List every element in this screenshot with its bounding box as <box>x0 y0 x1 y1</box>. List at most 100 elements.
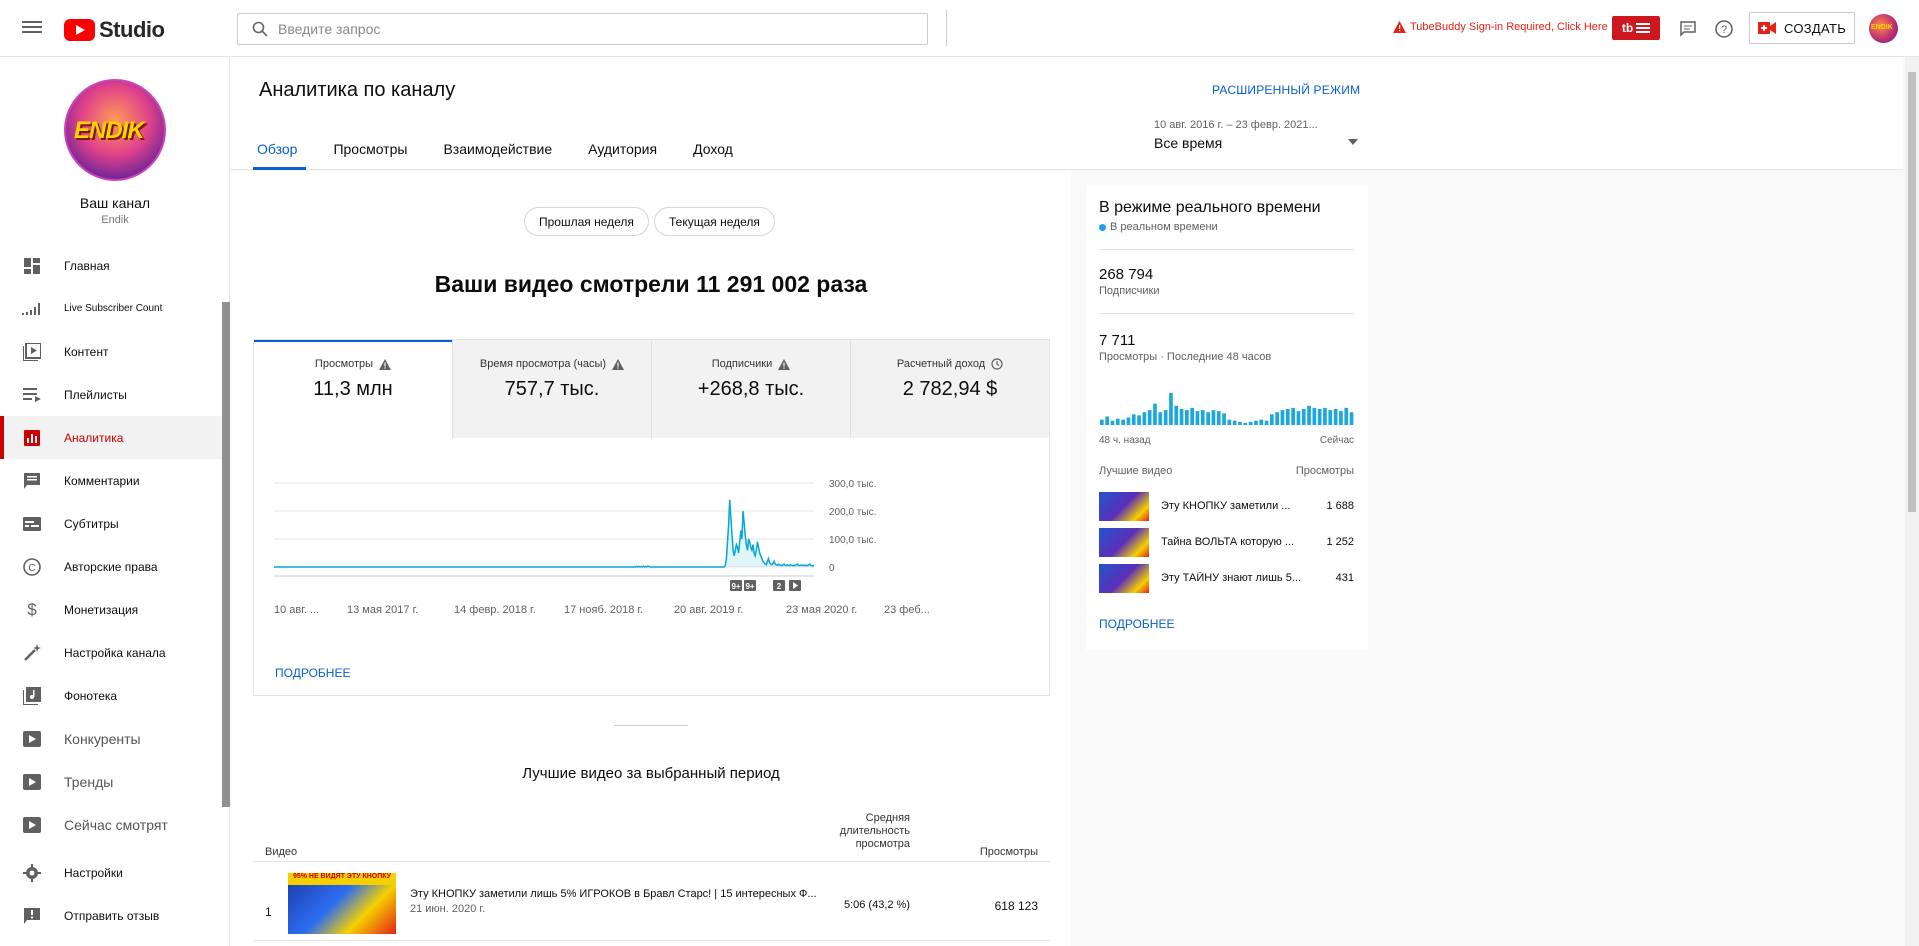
realtime-bar[interactable] <box>1195 411 1200 425</box>
overview-more-link[interactable]: ПОДРОБНЕЕ <box>275 666 350 680</box>
realtime-bar[interactable] <box>1280 410 1285 425</box>
realtime-bar[interactable] <box>1158 412 1163 425</box>
realtime-bar[interactable] <box>1312 407 1317 425</box>
sidebar-item-customization[interactable]: Настройка канала <box>0 631 222 674</box>
sidebar-item-dashboard[interactable]: Главная <box>0 244 222 287</box>
sidebar-item-settings[interactable]: Настройки <box>0 851 222 894</box>
sidebar-item-subtitles[interactable]: Субтитры <box>0 502 222 545</box>
realtime-bar[interactable] <box>1301 409 1306 425</box>
tab-revenue[interactable]: Доход <box>693 127 750 170</box>
realtime-bar[interactable] <box>1254 420 1258 425</box>
sidebar-item-watching-now[interactable]: Сейчас смотрят <box>0 803 222 846</box>
search-input[interactable] <box>278 21 927 37</box>
realtime-video-row[interactable]: Эту ТАЙНУ знают лишь 5... 431 <box>1099 564 1354 594</box>
realtime-bar[interactable] <box>1179 409 1184 425</box>
sidebar-item-feedback[interactable]: Отправить отзыв <box>0 894 222 937</box>
realtime-bar[interactable] <box>1248 421 1253 425</box>
realtime-bar[interactable] <box>1275 412 1279 425</box>
realtime-bar[interactable] <box>1243 422 1248 425</box>
realtime-bar[interactable] <box>1323 407 1327 425</box>
menu-icon[interactable] <box>22 18 42 38</box>
realtime-bar[interactable] <box>1147 410 1152 425</box>
realtime-bar[interactable] <box>1296 411 1301 425</box>
annotation-marker[interactable]: 9+ <box>730 580 742 591</box>
realtime-bar[interactable] <box>1121 419 1125 425</box>
video-title[interactable]: Эту КНОПКУ заметили лишь 5% ИГРОКОВ в Бр… <box>410 888 840 900</box>
realtime-bar[interactable] <box>1227 419 1232 425</box>
chip-current-week[interactable]: Текущая неделя <box>654 207 775 236</box>
realtime-bar[interactable] <box>1264 420 1269 425</box>
realtime-bar[interactable] <box>1232 420 1237 425</box>
metric-views[interactable]: Просмотры 11,3 млн <box>254 340 452 438</box>
sidebar-item-audio-library[interactable]: Фонотека <box>0 674 222 717</box>
realtime-bar[interactable] <box>1317 409 1322 425</box>
sidebar-item-monetization[interactable]: $ Монетизация <box>0 588 222 631</box>
realtime-bar[interactable] <box>1169 393 1173 425</box>
sidebar-item-competitors[interactable]: Конкуренты <box>0 717 222 760</box>
realtime-bar[interactable] <box>1190 407 1194 425</box>
realtime-more-link[interactable]: ПОДРОБНЕЕ <box>1099 617 1174 631</box>
youtube-studio-logo[interactable]: Studio <box>64 17 165 43</box>
realtime-bar[interactable] <box>1222 413 1226 425</box>
sidebar-item-content[interactable]: Контент <box>0 330 222 373</box>
sidebar-item-copyright[interactable]: C Авторские права <box>0 545 222 588</box>
period-selector[interactable]: 10 авг. 2016 г. – 23 февр. 2021... Все в… <box>1154 119 1358 151</box>
realtime-bar[interactable] <box>1174 405 1179 425</box>
realtime-bar[interactable] <box>1339 411 1343 425</box>
realtime-bar[interactable] <box>1142 412 1147 425</box>
realtime-bar[interactable] <box>1200 410 1205 425</box>
scrollbar-thumb[interactable] <box>1908 72 1916 512</box>
realtime-bar[interactable] <box>1163 410 1168 425</box>
tab-audience[interactable]: Аудитория <box>588 127 674 170</box>
page-scrollbar[interactable] <box>1905 57 1919 946</box>
realtime-bar[interactable] <box>1153 403 1157 425</box>
help-icon[interactable]: ? <box>1713 18 1735 40</box>
create-button[interactable]: СОЗДАТЬ <box>1749 12 1855 44</box>
tab-overview[interactable]: Обзор <box>252 127 314 170</box>
realtime-bar[interactable] <box>1126 417 1131 426</box>
chip-last-week[interactable]: Прошлая неделя <box>524 207 649 236</box>
realtime-bar[interactable] <box>1131 414 1136 425</box>
metric-watch-time[interactable]: Время просмотра (часы) 757,7 тыс. <box>452 340 651 438</box>
tubebuddy-warning-link[interactable]: TubeBuddy Sign-in Required, Click Here <box>1393 21 1608 33</box>
tab-views[interactable]: Просмотры <box>333 127 424 170</box>
realtime-bar[interactable] <box>1206 412 1210 425</box>
realtime-bar[interactable] <box>1216 411 1221 425</box>
realtime-video-row[interactable]: Эту КНОПКУ заметили ... 1 688 <box>1099 492 1354 522</box>
realtime-bar[interactable] <box>1344 407 1349 425</box>
realtime-bar[interactable] <box>1285 409 1290 425</box>
account-avatar[interactable] <box>1869 14 1898 43</box>
realtime-bar[interactable] <box>1238 421 1242 425</box>
realtime-bar[interactable] <box>1349 412 1354 425</box>
sidebar-scrollbar[interactable] <box>222 302 230 807</box>
realtime-bar-chart[interactable] <box>1099 385 1354 425</box>
channel-avatar[interactable]: ENDIK <box>64 79 166 181</box>
advanced-mode-link[interactable]: РАСШИРЕННЫЙ РЕЖИМ <box>1212 83 1360 97</box>
sidebar-item-live-subscriber-count[interactable]: Live Subscriber Count <box>0 287 222 330</box>
sidebar-item-comments[interactable]: Комментарии <box>0 459 222 502</box>
sidebar-item-playlists[interactable]: Плейлисты <box>0 373 222 416</box>
realtime-bar[interactable] <box>1211 410 1216 425</box>
metric-revenue[interactable]: Расчетный доход 2 782,94 $ <box>850 340 1049 438</box>
realtime-video-row[interactable]: Тайна ВОЛЬТА которую ... 1 252 <box>1099 528 1354 558</box>
sidebar-item-trends[interactable]: Тренды <box>0 760 222 803</box>
realtime-bar[interactable] <box>1270 414 1274 425</box>
table-row[interactable]: 1 95% НЕ ВИДЯТ ЭТУ КНОПКУ Эту КНОПКУ зам… <box>253 863 1050 941</box>
realtime-bar[interactable] <box>1333 409 1338 425</box>
annotation-marker[interactable]: 9+ <box>744 580 756 591</box>
realtime-bar[interactable] <box>1307 405 1311 425</box>
video-thumbnail[interactable]: 95% НЕ ВИДЯТ ЭТУ КНОПКУ <box>288 873 396 934</box>
metric-subscribers[interactable]: Подписчики +268,8 тыс. <box>651 340 850 438</box>
play-marker-icon[interactable] <box>789 580 801 591</box>
annotation-marker[interactable]: 2 <box>773 580 785 591</box>
realtime-bar[interactable] <box>1100 419 1104 425</box>
tubebuddy-menu-button[interactable]: tb <box>1612 16 1660 40</box>
messages-icon[interactable] <box>1677 18 1699 40</box>
search-box[interactable] <box>237 13 928 45</box>
realtime-bar[interactable] <box>1110 420 1115 425</box>
realtime-bar[interactable] <box>1291 407 1295 425</box>
realtime-bar[interactable] <box>1115 418 1120 425</box>
realtime-bar[interactable] <box>1137 415 1141 425</box>
tab-engagement[interactable]: Взаимодействие <box>443 127 569 170</box>
realtime-bar[interactable] <box>1259 419 1264 425</box>
